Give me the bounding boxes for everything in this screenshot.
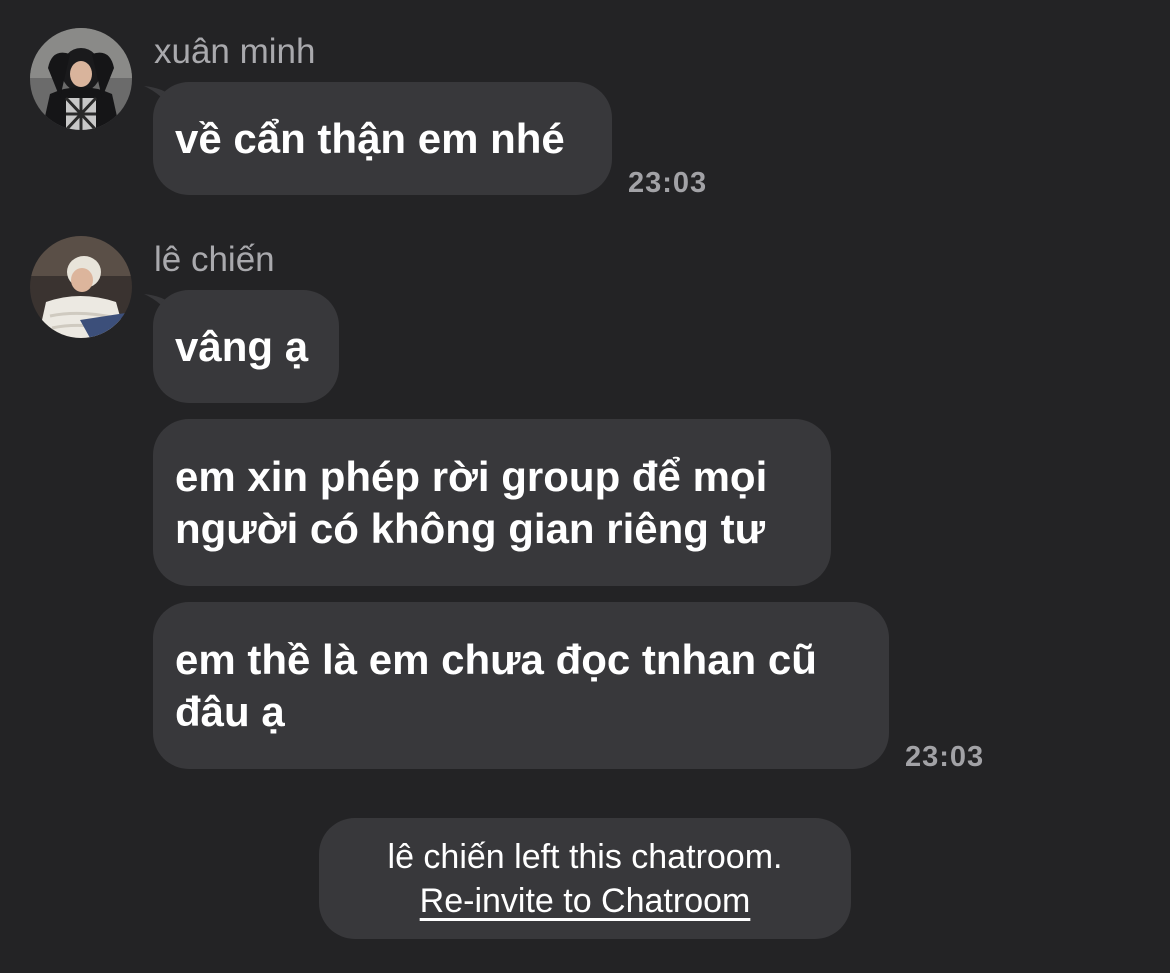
message-timestamp: 23:03: [628, 167, 708, 199]
message-timestamp: 23:03: [905, 741, 985, 773]
message-text: vâng ạ: [175, 322, 309, 370]
avatar-le-chien[interactable]: [30, 236, 132, 338]
message-bubble[interactable]: vâng ạ: [153, 290, 339, 403]
notice-text: lê chiến left this chatroom.: [387, 838, 783, 876]
message-text: em thề là em chưa đọc tnhan cũ đâu ạ: [175, 635, 817, 735]
chat-screen: xuân minh về cẩn thận em nhé 23:03 lê ch…: [0, 0, 1170, 973]
message-text: em xin phép rời group để mọi người có kh…: [175, 452, 768, 552]
avatar-xuan-minh[interactable]: [30, 28, 132, 130]
sender-name: lê chiến: [154, 240, 275, 279]
message-text: về cẩn thận em nhé: [175, 114, 565, 162]
sender-name: xuân minh: [154, 32, 316, 71]
system-notice: lê chiến left this chatroom. Re-invite t…: [319, 818, 851, 939]
message-bubble[interactable]: về cẩn thận em nhé: [153, 82, 612, 195]
message-bubble[interactable]: em xin phép rời group để mọi người có kh…: [153, 419, 831, 586]
reinvite-link[interactable]: Re-invite to Chatroom: [420, 879, 751, 923]
message-bubble[interactable]: em thề là em chưa đọc tnhan cũ đâu ạ: [153, 602, 889, 769]
